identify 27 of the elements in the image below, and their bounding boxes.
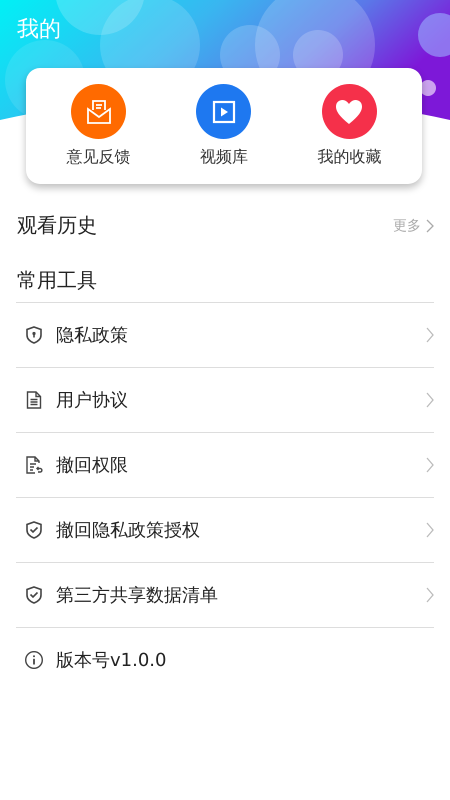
menu-item[interactable]: 用户协议 — [16, 368, 434, 433]
document-icon — [24, 390, 44, 410]
menu-item[interactable]: 撤回隐私政策授权 — [16, 498, 434, 563]
menu-item[interactable]: 隐私政策 — [16, 303, 434, 368]
chevron-right-icon — [426, 522, 434, 538]
shortcut-button[interactable]: 意见反馈 — [44, 84, 154, 168]
play-icon — [210, 98, 237, 124]
envelope-icon — [84, 98, 113, 126]
info-icon — [24, 650, 44, 670]
chevron-right-icon — [426, 392, 434, 408]
heart-icon — [334, 98, 364, 126]
shield-check-icon — [24, 520, 44, 540]
menu-item[interactable]: 撤回权限 — [16, 433, 434, 498]
shield-lock-icon — [24, 325, 44, 345]
menu-item[interactable]: 第三方共享数据清单 — [16, 563, 434, 628]
section-title: 观看历史 — [17, 212, 97, 239]
shortcut-button[interactable]: 我的收藏 — [294, 84, 404, 168]
page-title: 我的 — [17, 16, 61, 44]
document-return-icon — [24, 455, 44, 475]
chevron-right-icon — [426, 218, 434, 232]
chevron-right-icon — [426, 457, 434, 473]
shortcut-button[interactable]: 视频库 — [168, 84, 279, 168]
chevron-right-icon — [426, 327, 434, 343]
menu-item[interactable]: 版本号v1.0.0 — [16, 628, 434, 692]
section-title: 常用工具 — [17, 267, 97, 294]
chevron-right-icon — [426, 587, 434, 603]
shield-check-icon — [24, 585, 44, 605]
